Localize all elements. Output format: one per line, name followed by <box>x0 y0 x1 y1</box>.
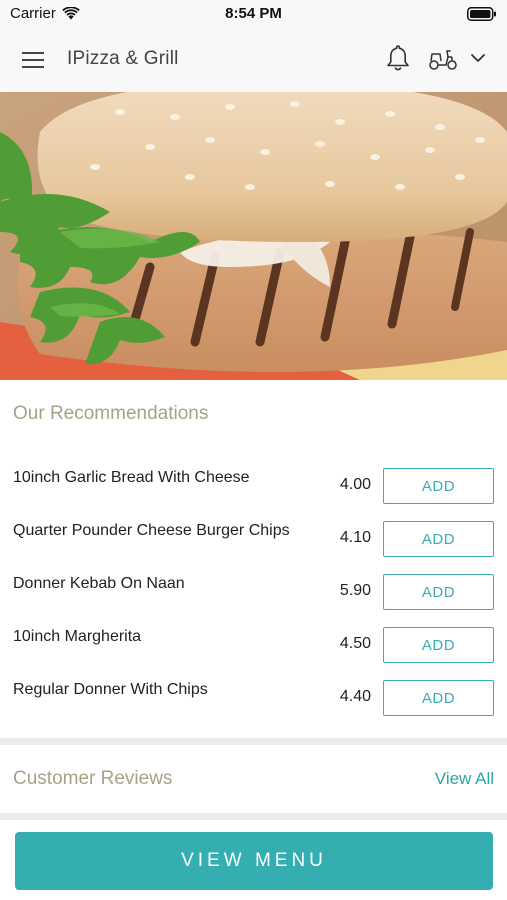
list-item: Regular Donner With Chips 4.40 ADD <box>0 674 507 727</box>
item-name: Regular Donner With Chips <box>13 681 208 698</box>
hero-banner <box>0 92 507 380</box>
delivery-scooter-icon[interactable] <box>428 47 458 71</box>
item-name: 10inch Garlic Bread With Cheese <box>13 469 250 486</box>
item-price: 4.40 <box>339 688 371 705</box>
item-name: 10inch Margherita <box>13 628 142 645</box>
burger-photo <box>0 92 507 380</box>
item-price: 4.00 <box>339 476 371 493</box>
restaurant-title: IPizza & Grill <box>67 48 179 69</box>
add-button[interactable]: ADD <box>383 574 494 610</box>
item-name: Donner Kebab On Naan <box>13 575 185 592</box>
status-time: 8:54 PM <box>225 5 282 22</box>
add-button[interactable]: ADD <box>383 627 494 663</box>
battery-icon <box>467 7 496 21</box>
view-menu-button[interactable]: VIEW MENU <box>15 832 493 890</box>
section-divider <box>0 738 507 745</box>
item-price: 4.10 <box>339 529 371 546</box>
item-name: Quarter Pounder Cheese Burger Chips <box>13 522 290 539</box>
reviews-heading: Customer Reviews <box>13 768 173 789</box>
notification-bell-icon[interactable] <box>386 44 410 72</box>
app-header: IPizza & Grill <box>0 28 507 92</box>
hamburger-menu-icon[interactable] <box>22 50 46 70</box>
section-divider <box>0 813 507 820</box>
recommendations-list: 10inch Garlic Bread With Cheese 4.00 ADD… <box>0 462 507 727</box>
item-price: 4.50 <box>339 635 371 652</box>
add-button[interactable]: ADD <box>383 521 494 557</box>
list-item: 10inch Margherita 4.50 ADD <box>0 621 507 674</box>
add-button[interactable]: ADD <box>383 680 494 716</box>
footer-bar: VIEW MENU <box>0 820 507 900</box>
chevron-down-icon[interactable] <box>470 52 486 64</box>
list-item: Donner Kebab On Naan 5.90 ADD <box>0 568 507 621</box>
recommendations-heading: Our Recommendations <box>13 403 209 424</box>
list-item: Quarter Pounder Cheese Burger Chips 4.10… <box>0 515 507 568</box>
list-item: 10inch Garlic Bread With Cheese 4.00 ADD <box>0 462 507 515</box>
item-price: 5.90 <box>339 582 371 599</box>
status-bar: Carrier 8:54 PM <box>0 0 507 28</box>
view-all-reviews-link[interactable]: View All <box>435 769 494 789</box>
add-button[interactable]: ADD <box>383 468 494 504</box>
